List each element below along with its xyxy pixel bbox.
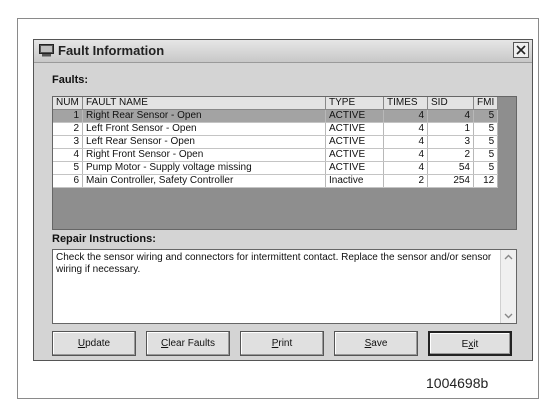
cell-type: Inactive	[325, 174, 384, 188]
repair-instructions-label: Repair Instructions:	[52, 233, 156, 245]
cell-num: 2	[53, 122, 83, 136]
cell-fault-name: Right Front Sensor - Open	[82, 148, 326, 162]
cell-fmi: 5	[473, 122, 499, 136]
cell-times: 2	[383, 174, 428, 188]
cell-fault-name: Pump Motor - Supply voltage missing	[82, 161, 326, 175]
cell-times: 4	[383, 135, 428, 149]
table-row[interactable]: 4 Right Front Sensor - Open ACTIVE 4 2 5	[53, 148, 499, 162]
table-row[interactable]: 2 Left Front Sensor - Open ACTIVE 4 1 5	[53, 122, 499, 136]
cell-type: ACTIVE	[325, 148, 384, 162]
repair-scrollbar[interactable]	[500, 250, 516, 323]
cell-num: 5	[53, 161, 83, 175]
cell-type: ACTIVE	[325, 122, 384, 136]
table-row[interactable]: 3 Left Rear Sensor - Open ACTIVE 4 3 5	[53, 135, 499, 149]
cell-fmi: 5	[473, 161, 499, 175]
cell-num: 3	[53, 135, 83, 149]
column-header-fault-name[interactable]: FAULT NAME	[82, 97, 326, 110]
close-button[interactable]	[513, 42, 529, 58]
cell-sid: 3	[427, 135, 474, 149]
cell-times: 4	[383, 109, 428, 123]
repair-instructions-box[interactable]: Check the sensor wiring and connectors f…	[52, 249, 517, 324]
cell-fmi: 5	[473, 109, 499, 123]
cell-sid: 2	[427, 148, 474, 162]
cell-sid: 1	[427, 122, 474, 136]
cell-fmi: 12	[473, 174, 499, 188]
save-button[interactable]: Save	[334, 331, 418, 356]
clear-faults-button[interactable]: Clear Faults	[146, 331, 230, 356]
faults-label: Faults:	[52, 74, 89, 86]
cell-sid: 254	[427, 174, 474, 188]
close-icon	[516, 45, 526, 55]
repair-instructions-text: Check the sensor wiring and connectors f…	[56, 252, 492, 275]
table-row[interactable]: 6 Main Controller, Safety Controller Inact…	[53, 174, 499, 188]
cell-type: ACTIVE	[325, 161, 384, 175]
cell-fmi: 5	[473, 148, 499, 162]
column-header-num[interactable]: NUM	[53, 97, 83, 110]
table-row[interactable]: 1 Right Rear Sensor - Open ACTIVE 4 4 5	[53, 109, 499, 123]
update-button[interactable]: Update	[52, 331, 136, 356]
cell-fault-name: Left Front Sensor - Open	[82, 122, 326, 136]
table-row[interactable]: 5 Pump Motor - Supply voltage missing ACTI…	[53, 161, 499, 175]
computer-icon	[39, 44, 54, 57]
cell-num: 1	[53, 109, 83, 123]
cell-type: ACTIVE	[325, 109, 384, 123]
scroll-up-icon[interactable]	[504, 253, 513, 262]
cell-times: 4	[383, 161, 428, 175]
cell-fmi: 5	[473, 135, 499, 149]
cell-fault-name: Right Rear Sensor - Open	[82, 109, 326, 123]
cell-times: 4	[383, 122, 428, 136]
figure-id-label: 1004698b	[426, 375, 489, 391]
cell-num: 6	[53, 174, 83, 188]
column-header-fmi[interactable]: FMI	[473, 97, 499, 110]
cell-fault-name: Main Controller, Safety Controller	[82, 174, 326, 188]
print-button[interactable]: Print	[240, 331, 324, 356]
fault-information-window: Fault Information Faults: NUM FAULT NAME…	[33, 39, 533, 361]
faults-table[interactable]: NUM FAULT NAME TYPE TIMES SID FMI 1 Right…	[52, 96, 517, 230]
cell-sid: 4	[427, 109, 474, 123]
window-title: Fault Information	[58, 43, 165, 58]
title-bar[interactable]: Fault Information	[34, 40, 532, 63]
exit-button[interactable]: Exit	[428, 331, 512, 356]
cell-num: 4	[53, 148, 83, 162]
column-header-times[interactable]: TIMES	[383, 97, 428, 110]
scroll-down-icon[interactable]	[504, 311, 513, 320]
table-header-row: NUM FAULT NAME TYPE TIMES SID FMI	[53, 97, 499, 110]
cell-type: ACTIVE	[325, 135, 384, 149]
column-header-sid[interactable]: SID	[427, 97, 474, 110]
cell-times: 4	[383, 148, 428, 162]
cell-fault-name: Left Rear Sensor - Open	[82, 135, 326, 149]
column-header-type[interactable]: TYPE	[325, 97, 384, 110]
cell-sid: 54	[427, 161, 474, 175]
